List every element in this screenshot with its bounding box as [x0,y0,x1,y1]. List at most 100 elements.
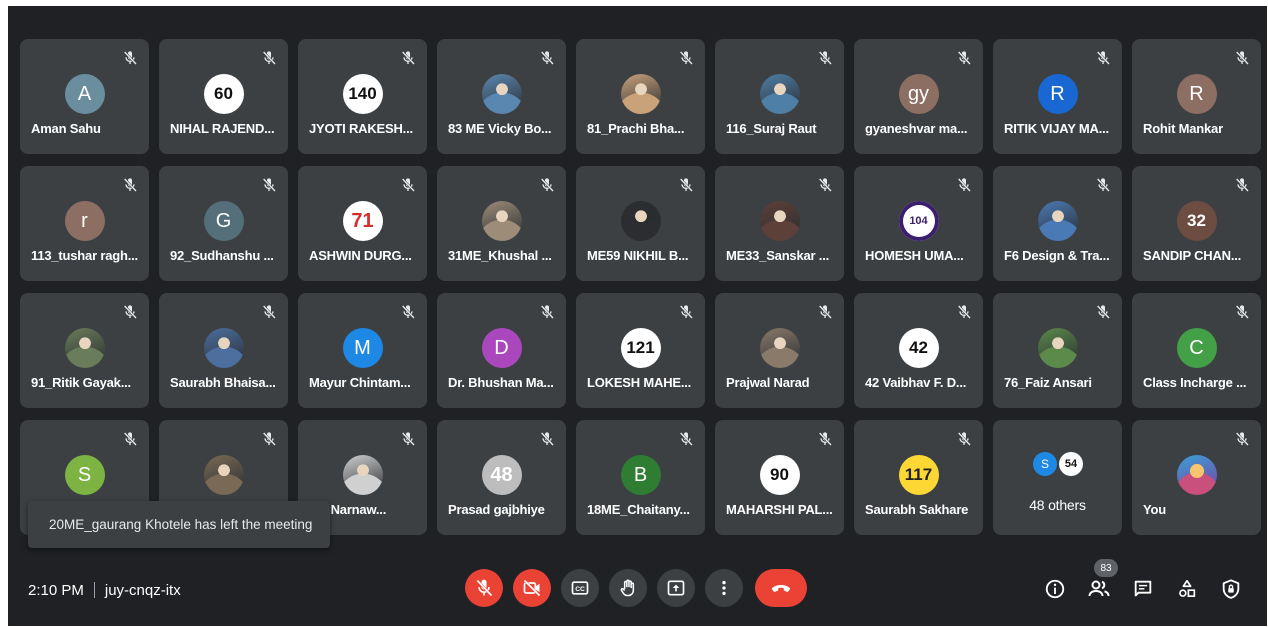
participant-name: 18ME_Chaitany... [587,502,690,517]
participant-name: RITIK VIJAY MA... [1004,121,1109,136]
mic-muted-indicator [814,47,836,69]
participant-tile[interactable]: R Rohit Mankar [1132,39,1261,154]
participant-name: 81_Prachi Bha... [587,121,685,136]
participant-tile[interactable]: 116_Suraj Raut [715,39,844,154]
present-screen-button[interactable] [657,569,695,607]
participant-name: Rohit Mankar [1143,121,1223,136]
captions-button[interactable]: CC [561,569,599,607]
people-icon [1088,580,1110,597]
camera-toggle-button[interactable] [513,569,551,607]
chat-icon [1134,580,1152,597]
participant-tile[interactable]: 140 JYOTI RAKESH... [298,39,427,154]
participant-avatar [1037,328,1078,368]
raise-hand-button[interactable] [609,569,647,607]
participant-tile[interactable]: M Mayur Chintam... [298,293,427,408]
participant-tile[interactable]: r 113_tushar ragh... [20,166,149,281]
participant-tile[interactable]: 76_Faiz Ansari [993,293,1122,408]
participant-tile[interactable]: F6 Design & Tra... [993,166,1122,281]
participant-avatar: 32 [1176,201,1217,241]
mic-muted-indicator [397,428,419,450]
mic-muted-indicator [1231,428,1253,450]
participant-avatar [342,455,383,495]
others-avatar-stack: S 54 [1033,452,1083,476]
participant-avatar [620,74,661,114]
mic-off-icon [1235,305,1249,319]
participant-tile[interactable]: ME59 NIKHIL B... [576,166,705,281]
mic-off-icon [679,51,693,65]
meet-window: A Aman Sahu 60 NIHAL RAJEND... 140 JYOTI RAKE… [8,6,1267,626]
people-button[interactable]: 83 [1086,559,1118,602]
participant-avatar: r [64,201,105,241]
participant-tile[interactable]: ME33_Sanskar ... [715,166,844,281]
mic-off-icon [1096,178,1110,192]
self-tile[interactable]: You [1132,420,1261,535]
participant-avatar: 90 [759,455,800,495]
mic-off-icon [679,305,693,319]
meeting-details-button[interactable] [1042,576,1068,602]
participant-tile[interactable]: D Dr. Bhushan Ma... [437,293,566,408]
mic-off-icon [1235,51,1249,65]
end-call-icon [771,585,791,592]
svg-text:CC: CC [575,586,585,593]
other-participants-tile[interactable]: S 54 48 others [993,420,1122,535]
participant-name: Aman Sahu [31,121,101,136]
mic-off-icon [679,178,693,192]
mic-muted-indicator [258,301,280,323]
participant-tile[interactable]: C Class Incharge ... [1132,293,1261,408]
participant-tile[interactable]: 81_Prachi Bha... [576,39,705,154]
mic-muted-indicator [814,301,836,323]
participant-tile[interactable]: 42 42 Vaibhav F. D... [854,293,983,408]
participant-tile[interactable]: Saurabh Bhaisa... [159,293,288,408]
participant-name: 31ME_Khushal ... [448,248,552,263]
mic-muted-indicator [397,301,419,323]
participant-name: ME59 NIKHIL B... [587,248,689,263]
mic-off-icon [1096,305,1110,319]
participant-name: Mayur Chintam... [309,375,411,390]
participant-tile[interactable]: gy gyaneshvar ma... [854,39,983,154]
participant-tile[interactable]: A Aman Sahu [20,39,149,154]
participant-avatar: D [481,328,522,368]
others-count-label: 48 others [1029,497,1086,513]
mic-muted-indicator [397,174,419,196]
mic-off-icon [957,51,971,65]
participant-tile[interactable]: R RITIK VIJAY MA... [993,39,1122,154]
participant-tile[interactable]: 83 ME Vicky Bo... [437,39,566,154]
chat-button[interactable] [1130,576,1156,602]
shield-lock-icon [1222,579,1240,599]
participant-tile[interactable]: 104 HOMESH UMA... [854,166,983,281]
mic-off-icon [401,178,415,192]
activities-button[interactable] [1174,576,1200,602]
participant-tile[interactable]: 90 MAHARSHI PAL... [715,420,844,535]
participant-tile[interactable]: Prajwal Narad [715,293,844,408]
mic-off-icon [540,51,554,65]
microphone-toggle-button[interactable] [465,569,503,607]
leave-call-button[interactable] [755,569,807,607]
mic-muted-indicator [258,428,280,450]
participant-name: ME33_Sanskar ... [726,248,830,263]
mic-muted-indicator [953,428,975,450]
participant-tile[interactable]: 71 ASHWIN DURG... [298,166,427,281]
mic-off-icon [540,178,554,192]
participant-tile[interactable]: 91_Ritik Gayak... [20,293,149,408]
participant-grid: A Aman Sahu 60 NIHAL RAJEND... 140 JYOTI RAKE… [20,39,1261,535]
mic-muted-indicator [1231,47,1253,69]
participant-avatar: 117 [898,455,939,495]
participant-name: NIHAL RAJEND... [170,121,275,136]
participant-tile[interactable]: 48 Prasad gajbhiye [437,420,566,535]
participant-name: gyaneshvar ma... [865,121,968,136]
mic-off-icon [123,432,137,446]
mic-muted-indicator [536,428,558,450]
mic-off-icon [818,432,832,446]
participant-tile[interactable]: 117 Saurabh Sakhare [854,420,983,535]
participant-tile[interactable]: B 18ME_Chaitany... [576,420,705,535]
more-options-button[interactable] [705,569,743,607]
participant-name: 113_tushar ragh... [31,248,138,263]
participant-tile[interactable]: 121 LOKESH MAHE... [576,293,705,408]
host-controls-button[interactable] [1218,576,1244,602]
participant-tile[interactable]: G 92_Sudhanshu ... [159,166,288,281]
participant-tile[interactable]: 32 SANDIP CHAN... [1132,166,1261,281]
participant-avatar: A [64,74,105,114]
participant-tile[interactable]: 60 NIHAL RAJEND... [159,39,288,154]
participant-tile[interactable]: 31ME_Khushal ... [437,166,566,281]
mic-muted-indicator [1231,301,1253,323]
